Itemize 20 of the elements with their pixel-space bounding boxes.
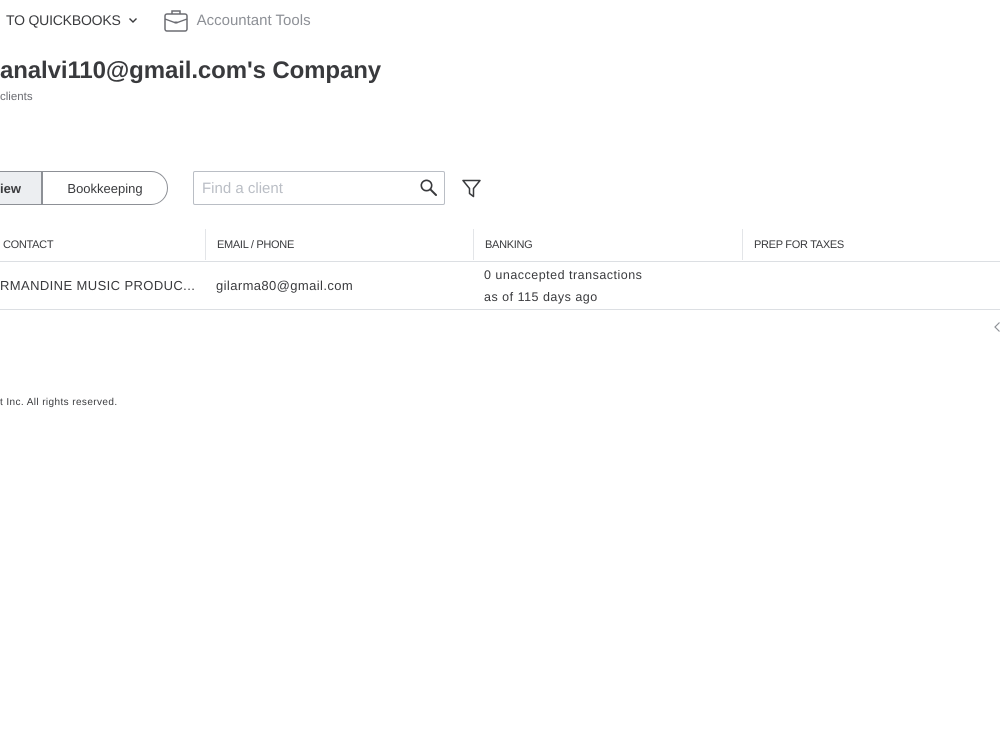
copyright-text: t Inc. All rights reserved.	[0, 397, 118, 408]
back-to-quickbooks-link[interactable]: TO QUICKBOOKS	[0, 12, 137, 28]
view-toggle-button[interactable]: iew	[0, 171, 42, 205]
filter-icon[interactable]	[462, 178, 481, 198]
email-cell: gilarma80@gmail.com	[216, 278, 354, 293]
banking-status: 0 unaccepted transactions	[484, 268, 642, 282]
column-header[interactable]: PREP FOR TAXES	[742, 229, 1000, 260]
search-field[interactable]: Find a client	[193, 171, 445, 205]
company-title: analvi110@gmail.com's Company	[0, 56, 382, 86]
chevron-left-icon[interactable]	[994, 322, 1000, 332]
column-header[interactable]: EMAIL / PHONE	[205, 229, 473, 260]
column-header[interactable]: CONTACT	[0, 229, 205, 260]
clients-label: clients	[0, 90, 33, 104]
contact-cell[interactable]: RMANDINE MUSIC PRODUC...	[0, 278, 196, 293]
briefcase-icon	[164, 8, 188, 32]
search-icon[interactable]	[420, 179, 437, 196]
view-toggle-button[interactable]: Bookkeeping	[42, 171, 168, 205]
caret-icon	[128, 18, 137, 22]
banking-date: as of 115 days ago	[484, 290, 598, 304]
column-header[interactable]: BANKING	[473, 229, 742, 260]
